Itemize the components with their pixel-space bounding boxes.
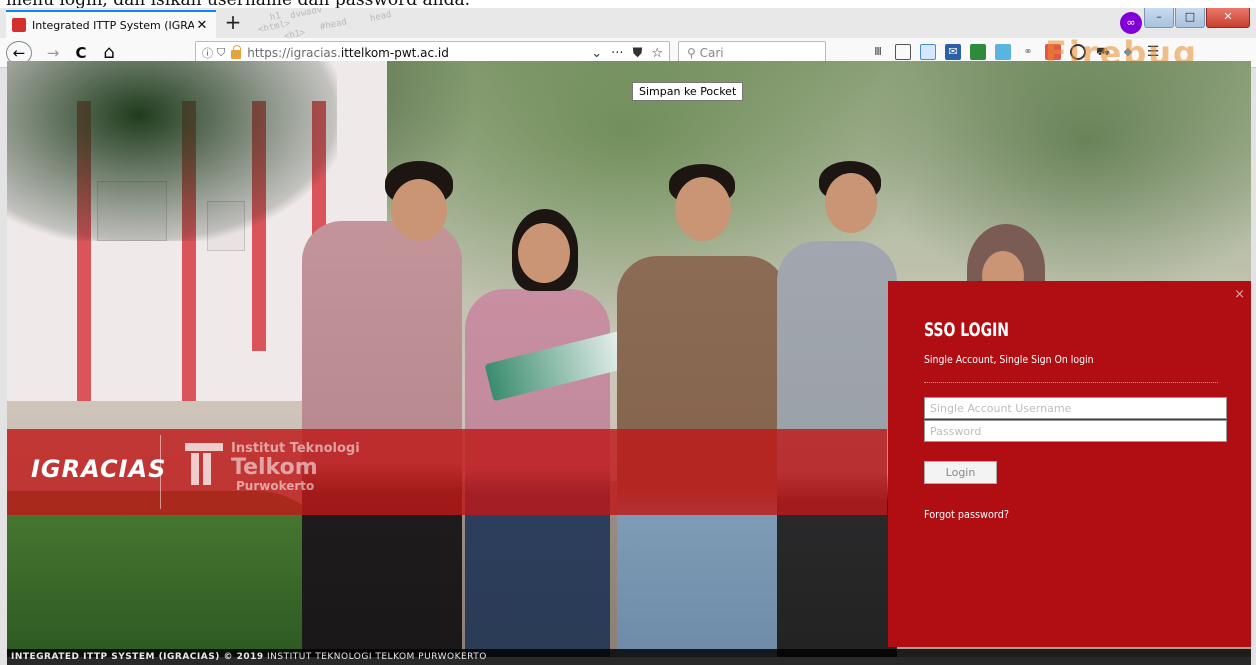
maximize-button[interactable]: □: [1175, 8, 1205, 28]
grid-extension-icon[interactable]: [995, 44, 1011, 60]
url-dropdown-icon[interactable]: ⌄: [591, 46, 602, 61]
institution-line3: Purwokerto: [236, 479, 315, 493]
new-tab-button[interactable]: +: [220, 10, 246, 36]
titlebar-decoration: h1 dvwadv <html> #head <h1> head: [250, 8, 1030, 38]
student-head: [518, 223, 570, 283]
institution-line2: Telkom: [231, 455, 318, 480]
deco-text: head: [369, 9, 393, 25]
page-footer: INTEGRATED ITTP SYSTEM (IGRACIAS) © 2019…: [7, 649, 1251, 665]
shield-icon[interactable]: ⛉: [217, 46, 225, 60]
search-placeholder: Cari: [699, 46, 724, 60]
url-prefix: https://igracias.: [247, 46, 341, 60]
vk-extension-icon[interactable]: ✉: [945, 44, 961, 60]
circle-extension-icon[interactable]: [1070, 44, 1086, 60]
green-extension-icon[interactable]: [970, 44, 986, 60]
password-input[interactable]: [924, 420, 1227, 442]
browser-tab[interactable]: Integrated ITTP System (IGRAC ✕: [6, 10, 216, 38]
window-controls: – □ ✕: [1143, 8, 1250, 28]
minimize-button[interactable]: –: [1144, 8, 1174, 28]
tab-title: Integrated ITTP System (IGRAC: [32, 18, 194, 32]
footer-institution: INSTITUT TEKNOLOGI TELKOM PURWOKERTO: [263, 652, 487, 662]
student-head: [391, 179, 447, 241]
institution-line1: Institut Teknologi: [231, 441, 360, 456]
close-window-button[interactable]: ✕: [1206, 8, 1250, 28]
footer-copyright: INTEGRATED ITTP SYSTEM (IGRACIAS) © 2019: [11, 652, 264, 662]
info-icon[interactable]: ⓘ: [202, 45, 213, 61]
extension-toolbar: Ⅲ ✉ ⚭ ⛟ ◆ ☰: [870, 44, 1161, 60]
url-host: ittelkom-pwt.ac.id: [340, 46, 449, 60]
firebug-icon[interactable]: ◆: [1120, 44, 1136, 60]
pocket-icon[interactable]: ⛊: [633, 46, 643, 61]
palm-tree: [7, 61, 337, 241]
student-head: [825, 173, 877, 233]
deco-text: dvwadv: [289, 8, 324, 22]
site-favicon-icon: [12, 18, 26, 32]
link-extension-icon[interactable]: ⚭: [1020, 44, 1036, 60]
screenshot-icon[interactable]: [920, 44, 936, 60]
login-close-icon[interactable]: ×: [1234, 287, 1245, 302]
username-input[interactable]: [924, 397, 1227, 419]
lock-warning-icon[interactable]: [231, 44, 242, 59]
login-button[interactable]: Login: [924, 461, 997, 484]
library-icon[interactable]: Ⅲ: [870, 44, 886, 60]
page-actions-icon[interactable]: ···: [611, 46, 623, 61]
deco-text: #head: [319, 17, 348, 33]
document-caption: menu login, dan isikan username dan pass…: [0, 0, 1256, 8]
student-head: [675, 177, 731, 241]
private-browsing-icon[interactable]: ∞: [1120, 12, 1142, 34]
page-content: IGRACIAS Institut Teknologi Telkom Purwo…: [7, 61, 1251, 657]
brand-banner: IGRACIAS Institut Teknologi Telkom Purwo…: [7, 429, 887, 515]
bookmark-star-icon[interactable]: ☆: [651, 46, 663, 61]
close-tab-icon[interactable]: ✕: [194, 18, 210, 33]
tab-strip: Integrated ITTP System (IGRAC ✕ + h1 dvw…: [0, 8, 1256, 38]
login-divider: [924, 382, 1218, 383]
login-title: SSO LOGIN: [924, 319, 1010, 341]
menu-icon[interactable]: ☰: [1145, 44, 1161, 60]
igracias-logo: IGRACIAS: [31, 455, 167, 483]
sidebar-icon[interactable]: [895, 44, 911, 60]
pocket-tooltip: Simpan ke Pocket: [632, 82, 744, 101]
login-subtitle: Single Account, Single Sign On login: [924, 353, 1094, 366]
sso-login-panel: × SSO LOGIN Single Account, Single Sign …: [888, 281, 1251, 647]
red-extension-icon[interactable]: [1045, 44, 1061, 60]
search-icon: ⚲: [687, 46, 696, 60]
bookmark-extension-icon[interactable]: ⛟: [1095, 44, 1111, 60]
forgot-password-link[interactable]: Forgot password?: [924, 508, 1009, 521]
brand-divider: [160, 435, 161, 509]
telkom-university-logo-icon: [185, 439, 227, 487]
hedge: [7, 491, 337, 657]
